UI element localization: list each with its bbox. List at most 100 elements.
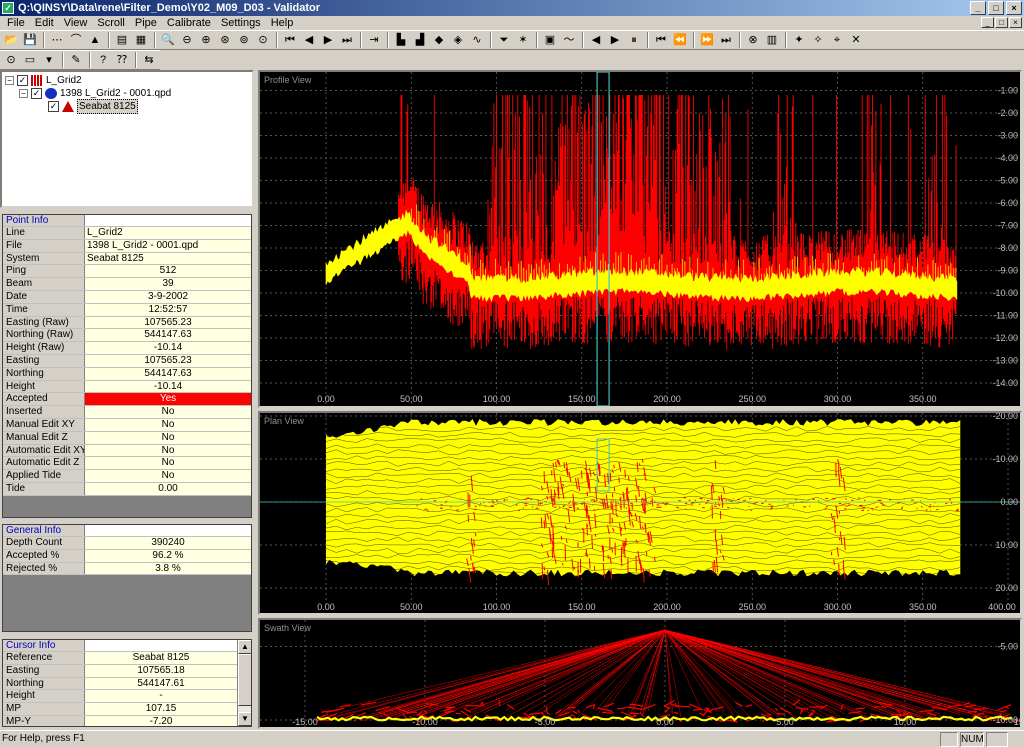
- zoom-in-icon[interactable]: ⊕: [197, 31, 215, 49]
- maximize-button[interactable]: □: [988, 1, 1004, 15]
- property-row[interactable]: Northing 544147.61: [3, 677, 237, 691]
- menu-file[interactable]: File: [2, 16, 30, 30]
- property-row[interactable]: Northing 544147.63: [3, 367, 251, 381]
- mdi-minimize-button[interactable]: _: [981, 17, 994, 28]
- view-icon[interactable]: ▣: [541, 31, 559, 49]
- property-row[interactable]: Height (Raw) -10.14: [3, 342, 251, 355]
- menu-scroll[interactable]: Scroll: [92, 16, 130, 30]
- property-row[interactable]: System Seabat 8125: [3, 252, 251, 266]
- help-icon[interactable]: ?: [94, 51, 112, 69]
- property-row[interactable]: Manual Edit XY No: [3, 418, 251, 432]
- zoom-icon[interactable]: 🔍: [159, 31, 177, 49]
- cursor-info-scrollbar[interactable]: ▲ ▼: [237, 640, 251, 726]
- tool-d-icon[interactable]: ✕: [847, 31, 865, 49]
- triangle-tool-icon[interactable]: ▲: [86, 31, 104, 49]
- shape2-icon[interactable]: ◈: [449, 31, 467, 49]
- end-icon[interactable]: ⇥: [365, 31, 383, 49]
- prev-ping-icon[interactable]: ◀: [300, 31, 318, 49]
- forward-end-icon[interactable]: ⏭: [717, 31, 735, 49]
- grid-icon[interactable]: ▦: [132, 31, 150, 49]
- property-row[interactable]: Height -: [3, 690, 237, 704]
- property-row[interactable]: Automatic Edit XY No: [3, 444, 251, 458]
- property-row[interactable]: Time 12:52:57: [3, 303, 251, 317]
- last-ping-icon[interactable]: ⏭: [338, 31, 356, 49]
- property-row[interactable]: Manual Edit Z No: [3, 431, 251, 445]
- star-icon[interactable]: ✶: [514, 31, 532, 49]
- property-row[interactable]: Automatic Edit Z No: [3, 457, 251, 471]
- property-row[interactable]: Height -10.14: [3, 380, 251, 394]
- plot-blue-icon[interactable]: ▟: [411, 31, 429, 49]
- shape-icon[interactable]: ◆: [430, 31, 448, 49]
- collapse-icon[interactable]: −: [19, 89, 28, 98]
- checkbox-icon[interactable]: ✓: [17, 75, 28, 86]
- zoom-out-icon[interactable]: ⊖: [178, 31, 196, 49]
- mdi-close-button[interactable]: ×: [1009, 17, 1022, 28]
- menu-edit[interactable]: Edit: [30, 16, 59, 30]
- box-icon[interactable]: ▭: [21, 51, 39, 69]
- scroll-down-icon[interactable]: ▼: [238, 712, 251, 726]
- menu-calibrate[interactable]: Calibrate: [162, 16, 216, 30]
- nav-icon[interactable]: ⇆: [140, 51, 158, 69]
- zoom-reset-icon[interactable]: ⊙: [254, 31, 272, 49]
- pause-icon[interactable]: ⏸: [625, 31, 643, 49]
- property-row[interactable]: Accepted % 96.2 %: [3, 549, 251, 563]
- rewind-start-icon[interactable]: ⏮: [652, 31, 670, 49]
- checkbox-icon[interactable]: ✓: [31, 88, 42, 99]
- first-ping-icon[interactable]: ⏮: [281, 31, 299, 49]
- property-row[interactable]: Tide 0.00: [3, 482, 251, 496]
- plan-view[interactable]: 0.00 50.00 100.00 150.00 200.00 250.00 300.00 3…: [258, 411, 1022, 615]
- tree-item-system[interactable]: ✓ Seabat 8125: [48, 99, 138, 114]
- property-row[interactable]: Reference Seabat 8125: [3, 652, 237, 665]
- property-row[interactable]: MP-Y -7.20: [3, 715, 237, 726]
- menu-settings[interactable]: Settings: [216, 16, 266, 30]
- brush-icon[interactable]: ✎: [67, 51, 85, 69]
- plot-red-icon[interactable]: ▙: [392, 31, 410, 49]
- mdi-restore-button[interactable]: □: [995, 17, 1008, 28]
- forward-icon[interactable]: ⏩: [698, 31, 716, 49]
- property-row[interactable]: Applied Tide No: [3, 470, 251, 483]
- property-row[interactable]: Rejected % 3.8 %: [3, 562, 251, 576]
- pipe-icon[interactable]: ⊗: [744, 31, 762, 49]
- menu-pipe[interactable]: Pipe: [130, 16, 162, 30]
- close-button[interactable]: ×: [1006, 1, 1022, 15]
- property-row[interactable]: Date 3-9-2002: [3, 290, 251, 304]
- property-row[interactable]: Easting 107565.23: [3, 354, 251, 368]
- next-ping-icon[interactable]: ▶: [319, 31, 337, 49]
- zoom-x-icon[interactable]: ⊛: [216, 31, 234, 49]
- property-row[interactable]: MP 107.15: [3, 703, 237, 716]
- track-icon[interactable]: 〜: [560, 31, 578, 49]
- play-back-icon[interactable]: ◀: [587, 31, 605, 49]
- profile-view[interactable]: 0.00 50.00 100.00 150.00 200.00 250.00 300.00 3…: [258, 70, 1022, 408]
- property-row[interactable]: Easting 107565.18: [3, 664, 237, 678]
- tool-b-icon[interactable]: ✧: [809, 31, 827, 49]
- property-row[interactable]: Ping 512: [3, 265, 251, 279]
- funnel-icon[interactable]: ⏷: [495, 31, 513, 49]
- property-row[interactable]: Beam 39: [3, 278, 251, 291]
- tool-c-icon[interactable]: ⌖: [828, 31, 846, 49]
- whats-this-icon[interactable]: ⁇: [113, 51, 131, 69]
- cube-icon[interactable]: ▥: [763, 31, 781, 49]
- wave-icon[interactable]: ∿: [468, 31, 486, 49]
- dropdown-icon[interactable]: ▾: [40, 51, 58, 69]
- menu-help[interactable]: Help: [266, 16, 299, 30]
- property-row[interactable]: Depth Count 390240: [3, 537, 251, 550]
- color-scale-icon[interactable]: ▤: [113, 31, 131, 49]
- property-row[interactable]: Inserted No: [3, 406, 251, 419]
- tool-a-icon[interactable]: ✦: [790, 31, 808, 49]
- rewind-icon[interactable]: ⏪: [671, 31, 689, 49]
- menu-view[interactable]: View: [59, 16, 93, 30]
- curve-tool-icon[interactable]: ⌒: [67, 31, 85, 49]
- property-row[interactable]: File 1398 L_Grid2 - 0001.qpd: [3, 239, 251, 253]
- swath-view[interactable]: -15.00-10.00-5.000.005.0010.0015.00-5.00…: [258, 618, 1022, 729]
- minimize-button[interactable]: _: [970, 1, 986, 15]
- property-row[interactable]: Northing (Raw) 544147.63: [3, 329, 251, 343]
- property-row[interactable]: Line L_Grid2: [3, 227, 251, 240]
- save-icon[interactable]: 💾: [21, 31, 39, 49]
- checkbox-icon[interactable]: ✓: [48, 101, 59, 112]
- tree-item-root[interactable]: − ✓ L_Grid2: [5, 74, 82, 87]
- property-row[interactable]: Easting (Raw) 107565.23: [3, 316, 251, 330]
- open-icon[interactable]: 📂: [2, 31, 20, 49]
- line-tool-icon[interactable]: ⋯: [48, 31, 66, 49]
- scroll-up-icon[interactable]: ▲: [238, 640, 251, 654]
- scroll-thumb[interactable]: [238, 654, 251, 706]
